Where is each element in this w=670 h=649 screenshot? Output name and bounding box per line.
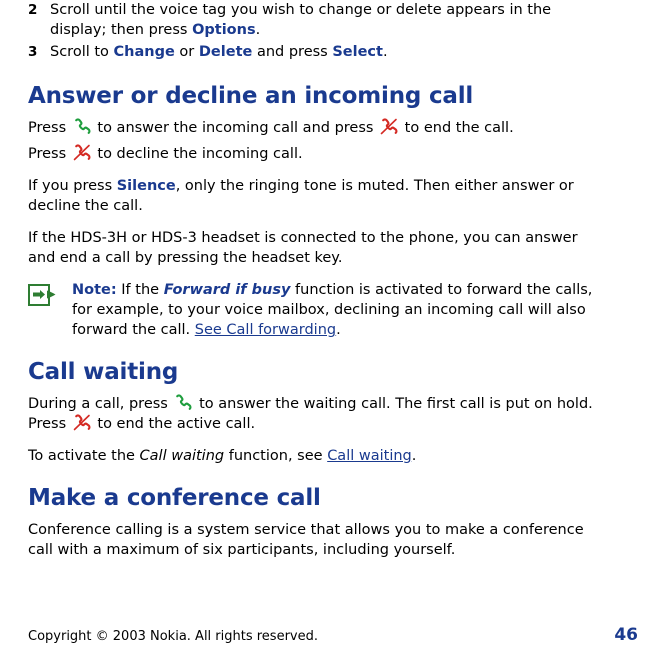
text-to-activate: To activate the (28, 448, 140, 464)
step-number: 3 (28, 44, 38, 60)
paragraph-headset: If the HDS-3H or HDS-3 headset is connec… (28, 230, 578, 266)
text-if-you-press: If you press (28, 178, 117, 194)
step3-mid2: and press (252, 44, 333, 60)
page-number: 46 (614, 625, 638, 645)
note-text: Note: If the Forward if busy function is… (72, 280, 608, 340)
text-during-call: During a call, press (28, 396, 173, 412)
end-call-key-icon (380, 118, 398, 135)
call-waiting-menu-label: Call waiting (139, 448, 225, 464)
copyright-text: Copyright © 2003 Nokia. All rights reser… (28, 629, 318, 644)
note-text-c: . (336, 322, 341, 338)
note-pointing-hand-icon (28, 280, 72, 312)
options-softkey-label: Options (192, 22, 256, 38)
section-heading-conference-call: Make a conference call (28, 485, 321, 511)
end-call-key-icon (73, 144, 91, 161)
text-end-active: to end the active call. (92, 416, 256, 432)
text-to-end: to end the call. (400, 120, 514, 136)
note-text-a: If the (116, 282, 164, 298)
paragraph-decline: Press to decline the incoming call. (28, 144, 608, 164)
list-item: 3 Scroll to Change or Delete and press S… (28, 42, 608, 62)
answer-call-key-icon (73, 118, 91, 135)
step-text-pre: Scroll until the voice tag you wish to c… (50, 2, 552, 38)
text-press-2: Press (28, 146, 71, 162)
section-heading-answer-decline: Answer or decline an incoming call (28, 83, 474, 109)
document-page: 2 Scroll until the voice tag you wish to… (0, 0, 670, 649)
page-footer: Copyright © 2003 Nokia. All rights reser… (28, 625, 638, 645)
paragraph-answer-end: Press to answer the incoming call and pr… (28, 118, 608, 138)
select-label: Select (332, 44, 383, 60)
step3-mid: or (174, 44, 199, 60)
text-period: . (411, 448, 417, 464)
forward-if-busy-label: Forward if busy (163, 282, 291, 298)
step-text-post: . (255, 22, 261, 38)
silence-softkey-label: Silence (116, 178, 176, 194)
change-label: Change (113, 44, 175, 60)
step-text: Scroll to Change or Delete and press Sel… (50, 42, 388, 62)
delete-label: Delete (198, 44, 253, 60)
text-to-answer: to answer the incoming call and press (92, 120, 379, 136)
end-call-key-icon (73, 414, 91, 431)
step3-pre: Scroll to (50, 44, 114, 60)
paragraph-conference: Conference calling is a system service t… (28, 522, 584, 558)
step-text: Scroll until the voice tag you wish to c… (50, 0, 608, 40)
link-call-waiting[interactable]: Call waiting (327, 448, 412, 464)
note-label: Note: (72, 282, 117, 298)
step-number: 2 (28, 2, 38, 18)
list-item: 2 Scroll until the voice tag you wish to… (28, 0, 608, 40)
link-see-call-forwarding[interactable]: See Call forwarding (195, 322, 336, 338)
page-content: 2 Scroll until the voice tag you wish to… (28, 0, 608, 572)
paragraph-silence: If you press Silence, only the ringing t… (28, 176, 608, 216)
text-function-see: function, see (224, 448, 328, 464)
paragraph-call-waiting: During a call, press to answer the waiti… (28, 394, 608, 434)
answer-call-key-icon (174, 394, 193, 411)
text-to-decline: to decline the incoming call. (92, 146, 303, 162)
text-press: Press (28, 120, 71, 136)
step3-post: . (382, 44, 388, 60)
section-heading-call-waiting: Call waiting (28, 359, 179, 385)
note-callout: Note: If the Forward if busy function is… (28, 280, 608, 340)
paragraph-activate-call-waiting: To activate the Call waiting function, s… (28, 446, 608, 466)
